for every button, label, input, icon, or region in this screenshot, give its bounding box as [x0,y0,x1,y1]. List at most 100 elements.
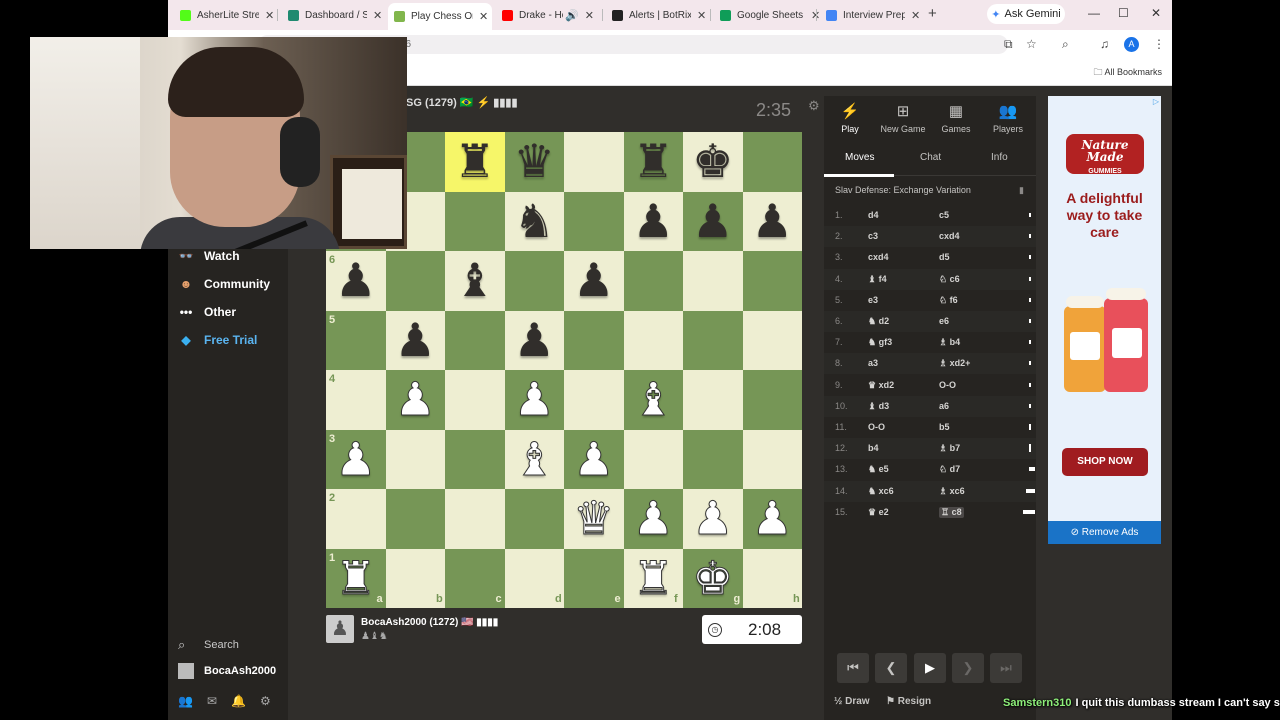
sidebar-item-other[interactable]: ••• Other [178,302,236,322]
window-close-icon[interactable]: ✕ [1151,6,1161,20]
black-rook-c8[interactable]: ♜ [445,132,505,192]
white-pawn-f2[interactable]: ♟ [624,489,684,549]
white-move[interactable]: ♞ xc6 [868,486,894,497]
square-h3[interactable] [742,429,802,489]
white-queen-e2[interactable]: ♛ [564,489,624,549]
tab-drake[interactable]: Drake - Ho 🔊 ✕ [496,4,594,26]
square-e8[interactable] [564,132,624,192]
messages-icon[interactable]: ✉ [207,694,217,708]
black-king-g8[interactable]: ♚ [683,132,743,192]
tab-interview-prep[interactable]: Interview Prep ✕ [820,4,920,26]
black-move[interactable]: b5 [939,422,950,432]
square-h6[interactable] [742,251,802,311]
profile-avatar[interactable]: A [1124,37,1139,52]
square-b2[interactable] [385,489,445,549]
tab-play[interactable]: ⚡ Play [824,102,876,134]
tab-botrix[interactable]: Alerts | BotRix ✕ [606,4,706,26]
tab-moves[interactable]: Moves [845,152,874,163]
black-pawn-e6[interactable]: ♟ [564,251,624,311]
white-pawn-g2[interactable]: ♟ [683,489,743,549]
white-pawn-b4[interactable]: ♟ [386,370,446,430]
black-pawn-d5[interactable]: ♟ [505,311,565,371]
black-move[interactable]: ♘ d7 [939,464,960,475]
tab-dashboard[interactable]: Dashboard / Sr ✕ [282,4,382,26]
white-move[interactable]: b4 [868,443,879,453]
white-move[interactable]: cxd4 [868,252,889,262]
square-f3[interactable] [623,429,683,489]
player-avatar[interactable]: ♟ [326,615,354,643]
square-g4[interactable] [683,370,743,430]
close-icon[interactable]: ✕ [373,9,382,22]
black-pawn-g7[interactable]: ♟ [683,192,743,252]
advertisement[interactable]: ▷ Nature Made GUMMIES A delightful way to… [1048,96,1161,544]
black-move[interactable]: d5 [939,252,950,262]
close-icon[interactable]: ✕ [697,9,706,22]
next-move-button[interactable]: ❯ [952,653,984,683]
black-move[interactable]: ♗ xc6 [939,486,965,497]
square-g5[interactable] [683,310,743,370]
white-move[interactable]: ♞ e5 [868,464,889,475]
tab-chat[interactable]: Chat [920,152,941,163]
white-pawn-h2[interactable]: ♟ [743,489,803,549]
black-move[interactable]: ♘ c6 [939,274,960,285]
square-h4[interactable] [742,370,802,430]
black-move[interactable]: c5 [939,210,949,220]
square-c5[interactable] [445,310,505,370]
white-move[interactable]: e3 [868,295,878,305]
sidebar-item-watch[interactable]: 👓 Watch [178,246,240,266]
white-pawn-d4[interactable]: ♟ [505,370,565,430]
white-move[interactable]: a3 [868,358,878,368]
tab-games[interactable]: ▦ Games [930,102,982,134]
square-e5[interactable] [564,310,624,370]
new-tab-plus-icon[interactable]: + [928,5,937,22]
square-c4[interactable] [445,370,505,430]
white-move[interactable]: ♝ d3 [868,401,889,412]
black-move[interactable]: ♗ b4 [939,337,960,348]
square-f6[interactable] [623,251,683,311]
square-f5[interactable] [623,310,683,370]
board-settings-gear-icon[interactable]: ⚙ [808,98,820,114]
first-move-button[interactable]: ⏮ [837,653,869,683]
black-knight-d7[interactable]: ♞ [505,192,565,252]
draw-button[interactable]: ½ Draw [834,696,870,707]
remove-ads-button[interactable]: ⊘ Remove Ads [1048,521,1161,544]
white-bishop-d3[interactable]: ♝ [505,430,565,490]
square-e7[interactable] [564,191,624,251]
settings-gear-icon[interactable]: ⚙ [260,694,271,708]
bookmark-star-icon[interactable]: ☆ [1026,37,1037,51]
install-app-icon[interactable]: ⧉ [1004,37,1013,52]
white-move[interactable]: ♞ d2 [868,316,889,327]
white-move[interactable]: ♛ xd2 [868,380,894,391]
black-move[interactable]: ♗ b7 [939,443,960,454]
black-move[interactable]: O-O [939,380,956,390]
black-queen-d8[interactable]: ♛ [505,132,565,192]
square-c3[interactable] [445,429,505,489]
ad-banner[interactable]: ▷ Nature Made GUMMIES A delightful way to… [1048,96,1161,521]
square-b6[interactable] [385,251,445,311]
close-icon[interactable]: ✕ [911,9,920,22]
tab-search-icon[interactable]: ⌕ [1062,37,1069,52]
square-c7[interactable] [445,191,505,251]
ask-gemini-button[interactable]: ✦ Ask Gemini [987,4,1065,24]
black-move[interactable]: cxd4 [939,231,960,241]
book-icon[interactable]: ▮ [1019,185,1024,196]
tab-asherlite[interactable]: AsherLite Strea ✕ [174,4,274,26]
friends-icon[interactable]: 👥 [178,694,193,708]
white-bishop-f4[interactable]: ♝ [624,370,684,430]
tab-players[interactable]: 👥 Players [982,102,1034,134]
player-name[interactable]: BocaAsh2000 (1272) 🇺🇸 ▮▮▮▮ [361,617,498,628]
notifications-bell-icon[interactable]: 🔔 [231,694,246,708]
square-h5[interactable] [742,310,802,370]
black-move[interactable]: a6 [939,401,949,411]
play-button[interactable]: ▶ [914,653,946,683]
close-icon[interactable]: ✕ [265,9,274,22]
black-pawn-b5[interactable]: ♟ [386,311,446,371]
black-move[interactable]: ♗ xd2+ [939,358,970,369]
close-icon[interactable]: ✕ [479,10,488,23]
tab-play-chess[interactable]: Play Chess Onl ✕ [388,3,492,30]
sidebar-user[interactable]: BocaAsh2000 [178,663,276,679]
sidebar-search[interactable]: ⌕ Search [178,637,239,653]
maximize-icon[interactable]: ☐ [1118,6,1129,20]
resign-button[interactable]: ⚑ Resign [886,696,931,707]
square-d6[interactable] [504,251,564,311]
